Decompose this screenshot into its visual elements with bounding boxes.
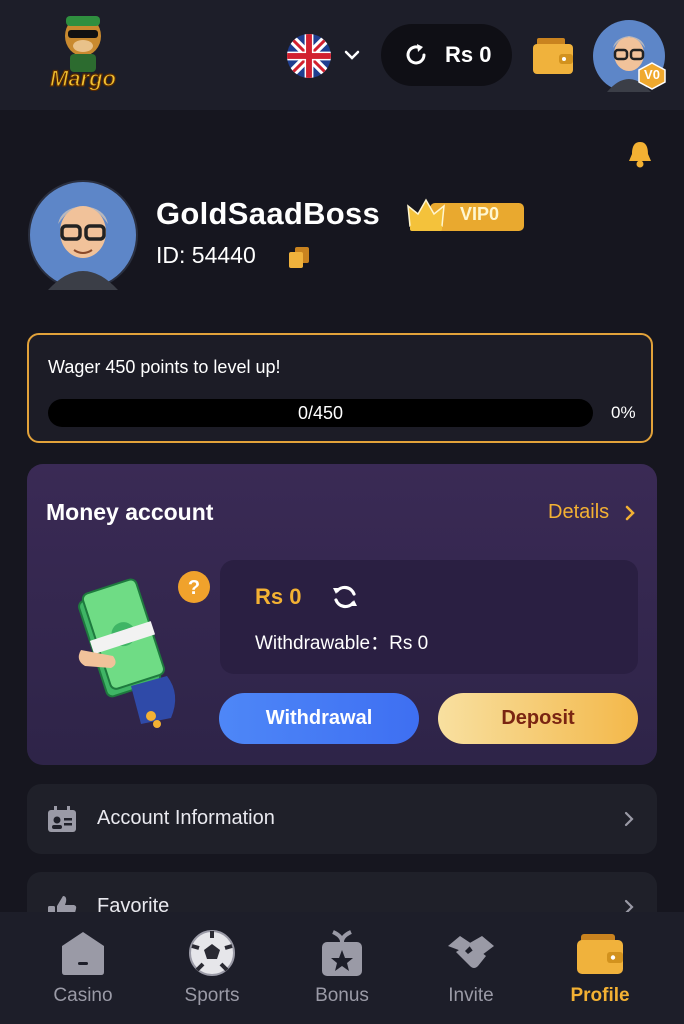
balance-panel: Rs 0 Withdrawable：Rs 0 [220,560,638,674]
nav-sports[interactable]: Sports [162,912,262,1024]
nav-label: Invite [448,985,494,1006]
wager-percent: 0% [611,403,636,422]
cash-hand-icon [78,578,176,728]
chevron-right-icon[interactable] [623,504,637,522]
username: GoldSaadBoss [156,196,381,231]
margo-logo[interactable]: Margo [28,6,138,106]
menu-item-account-information[interactable]: Account Information [27,784,657,854]
uk-flag-icon[interactable] [287,34,331,78]
nav-label: Sports [184,985,240,1006]
wager-progress-text: 0/450 [297,403,344,423]
withdrawable-amount: Withdrawable：Rs 0 [255,633,429,654]
header-balance-amount: Rs 0 [445,42,492,67]
gift-icon [322,930,362,976]
svg-text:?: ? [188,577,200,599]
nav-label: Casino [53,985,113,1006]
vip-label: VIP0 [460,204,500,224]
account-balance: Rs 0 [255,584,302,609]
avatar-level: V0 [644,67,660,82]
money-account-title: Money account [46,499,214,525]
nav-label: Bonus [315,985,369,1006]
chevron-right-icon [624,811,634,827]
soccer-ball-icon [189,930,235,976]
wallet-icon[interactable] [533,36,573,74]
casino-icon [62,932,104,975]
nav-invite[interactable]: Invite [421,912,521,1024]
nav-label: Profile [570,985,630,1006]
wager-message: Wager 450 points to level up! [48,357,281,377]
wager-progress-card: Wager 450 points to level up! 0/450 0% [27,333,653,443]
wager-progress-bar: 0/450 [48,399,593,427]
user-id: ID: 54440 [156,242,256,268]
chevron-down-icon[interactable] [343,46,361,64]
top-header: Margo Rs 0 V0 [0,0,684,110]
details-link[interactable]: Details [548,501,609,524]
svg-text:Margo: Margo [50,66,116,91]
withdrawal-button[interactable]: Withdrawal [219,693,419,744]
money-account-card: Money account Details ? Rs 0 Withdrawabl… [27,464,657,765]
copy-icon[interactable] [287,245,311,269]
handshake-icon [448,936,494,968]
header-balance[interactable]: Rs 0 [381,24,512,86]
wallet-icon [577,934,623,974]
nav-casino[interactable]: Casino [33,912,133,1024]
refresh-icon[interactable] [403,42,429,68]
help-icon[interactable]: ? [177,570,211,604]
deposit-button[interactable]: Deposit [438,693,638,744]
nav-profile[interactable]: Profile [550,912,650,1024]
id-card-icon [48,806,76,832]
menu-item-label: Account Information [97,807,275,829]
bottom-navigation: Casino Sports Bonus Invite Profile [0,912,684,1024]
bell-icon[interactable] [626,139,654,169]
refresh-icon[interactable] [330,582,360,612]
nav-bonus[interactable]: Bonus [292,912,392,1024]
profile-avatar[interactable] [28,180,138,290]
